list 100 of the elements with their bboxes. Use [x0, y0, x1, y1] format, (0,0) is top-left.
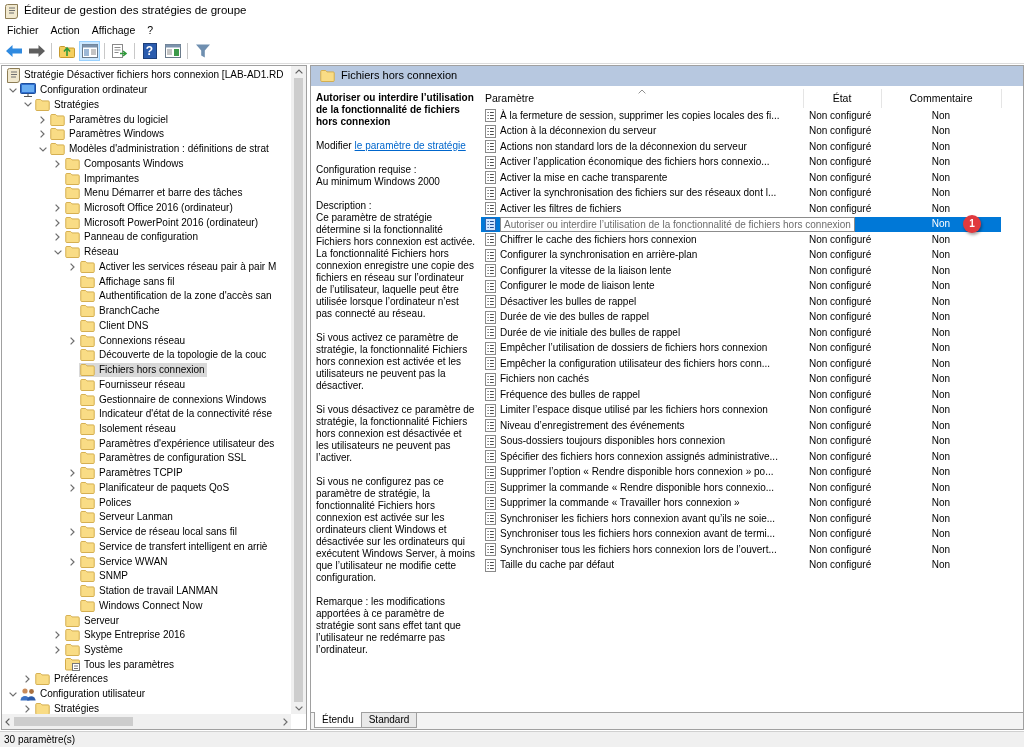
- tree-item[interactable]: Service de réseau local sans fil: [79, 525, 239, 540]
- chevron-right-icon[interactable]: [25, 675, 30, 684]
- tree-item[interactable]: Indicateur d'état de la connectivité rése: [79, 407, 275, 422]
- chevron-up-icon[interactable]: [294, 69, 303, 74]
- tree-item[interactable]: Isolement réseau: [79, 422, 178, 436]
- tree-item[interactable]: Modèles d'administration : définitions de strat: [49, 142, 271, 157]
- setting-name[interactable]: À la fermeture de session, supprimer les copies locales des fi...: [500, 108, 780, 123]
- chevron-down-icon[interactable]: [23, 102, 32, 108]
- tree-item[interactable]: Service WWAN: [79, 554, 170, 569]
- tree-item[interactable]: Paramètres d'expérience utilisateur des: [79, 436, 277, 451]
- chevron-right-icon[interactable]: [40, 115, 45, 124]
- tree-item[interactable]: Client DNS: [79, 318, 151, 333]
- chevron-down-icon[interactable]: [8, 691, 17, 697]
- tree-item[interactable]: Fournisseur réseau: [79, 377, 188, 392]
- tree-item[interactable]: Microsoft Office 2016 (ordinateur): [64, 200, 235, 215]
- tree-item[interactable]: Windows Connect Now: [79, 598, 205, 613]
- setting-name[interactable]: Synchroniser les fichiers hors connexion avant qu’ils ne soie...: [500, 511, 776, 526]
- tree-item[interactable]: Préférences: [34, 672, 110, 687]
- menu-item[interactable]: Fichier: [1, 23, 45, 38]
- tree-item[interactable]: Réseau: [64, 245, 121, 260]
- setting-name[interactable]: Empêcher la configuration utilisateur des fichiers hors conn...: [500, 356, 771, 371]
- setting-name[interactable]: Chiffrer le cache des fichiers hors connexion: [500, 232, 697, 247]
- setting-name[interactable]: Niveau d’enregistrement des événements: [500, 418, 685, 433]
- setting-name[interactable]: Supprimer l’option « Rendre disponible hors connexion » po...: [500, 465, 774, 480]
- setting-name[interactable]: Limiter l’espace disque utilisé par les fichiers hors connexion: [500, 403, 768, 418]
- view-tab[interactable]: Étendu: [314, 712, 362, 728]
- column-header[interactable]: Commentaire: [881, 89, 1001, 108]
- chevron-down-icon[interactable]: [53, 249, 62, 255]
- menu-item[interactable]: Action: [44, 23, 86, 38]
- setting-name[interactable]: Fréquence des bulles de rappel: [500, 387, 641, 402]
- chevron-right-icon[interactable]: [55, 159, 60, 168]
- setting-name[interactable]: Empêcher l’utilisation de dossiers de fichiers hors connexion: [500, 341, 768, 356]
- chevron-left-icon[interactable]: [5, 717, 10, 726]
- scrollbar-thumb[interactable]: [14, 717, 133, 726]
- setting-name[interactable]: Désactiver les bulles de rappel: [500, 294, 637, 309]
- setting-name[interactable]: Configurer le mode de liaison lente: [500, 279, 655, 294]
- tree-item[interactable]: Découverte de la topologie de la couc: [79, 348, 269, 363]
- tree-item[interactable]: Authentification de la zone d'accès san: [79, 289, 274, 304]
- tree-item[interactable]: Fichiers hors connexion: [79, 363, 207, 378]
- chevron-down-icon[interactable]: [8, 87, 17, 93]
- vertical-scrollbar[interactable]: [291, 66, 306, 714]
- chevron-right-icon[interactable]: [70, 557, 75, 566]
- action-pane-button[interactable]: [162, 41, 183, 61]
- setting-name[interactable]: Sous-dossiers toujours disponibles hors connexion: [500, 434, 726, 449]
- tree-item[interactable]: Configuration ordinateur: [19, 83, 150, 98]
- tree-item[interactable]: Polices: [79, 495, 134, 510]
- setting-name[interactable]: Durée de vie initiale des bulles de rappel: [500, 325, 681, 340]
- setting-name[interactable]: Configurer la synchronisation en arrière-plan: [500, 248, 698, 263]
- setting-name[interactable]: Activer l’application économique des fichiers hors connexio...: [500, 155, 770, 170]
- chevron-right-icon[interactable]: [70, 469, 75, 478]
- setting-name[interactable]: Synchroniser tous les fichiers hors connexion avant de termi...: [500, 527, 776, 542]
- tree-item[interactable]: Serveur: [64, 613, 121, 628]
- column-header[interactable]: État: [803, 89, 881, 108]
- tree-item[interactable]: SNMP: [79, 569, 130, 584]
- chevron-right-icon[interactable]: [55, 631, 60, 640]
- column-header[interactable]: Paramètre: [481, 89, 803, 108]
- tree-item[interactable]: Affichage sans fil: [79, 274, 177, 289]
- setting-name[interactable]: Fichiers non cachés: [500, 372, 589, 387]
- tree-item[interactable]: Planificateur de paquets QoS: [79, 480, 232, 495]
- chevron-right-icon[interactable]: [70, 336, 75, 345]
- tree-item[interactable]: Système: [64, 643, 125, 657]
- setting-name[interactable]: Supprimer la commande « Travailler hors connexion »: [500, 496, 740, 511]
- tree-item[interactable]: Imprimantes: [64, 171, 141, 186]
- chevron-right-icon[interactable]: [55, 233, 60, 242]
- tree-item[interactable]: Composants Windows: [64, 156, 186, 171]
- export-list-button[interactable]: [109, 41, 130, 61]
- chevron-right-icon[interactable]: [55, 218, 60, 227]
- setting-name[interactable]: Durée de vie des bulles de rappel: [500, 310, 649, 325]
- chevron-right-icon[interactable]: [25, 704, 30, 713]
- tree-item[interactable]: Station de travail LANMAN: [79, 584, 220, 599]
- chevron-down-icon[interactable]: [38, 146, 47, 152]
- tree-item[interactable]: Gestionnaire de connexions Windows: [79, 392, 269, 407]
- chevron-right-icon[interactable]: [55, 646, 60, 654]
- setting-name[interactable]: Spécifier des fichiers hors connexion assignés administrative...: [500, 449, 778, 464]
- setting-name[interactable]: Taille du cache par défaut: [500, 558, 614, 573]
- tree-item[interactable]: Serveur Lanman: [79, 510, 175, 525]
- setting-name[interactable]: Synchroniser tous les fichiers hors connexion lors de l’ouvert...: [500, 542, 777, 557]
- tree-item[interactable]: Stratégie Désactiver fichiers hors connexion [LAB-AD1.RD: [6, 68, 286, 83]
- scrollbar-thumb[interactable]: [294, 78, 303, 702]
- tree-item[interactable]: Menu Démarrer et barre des tâches: [64, 186, 245, 201]
- setting-name[interactable]: Activer la mise en cache transparente: [500, 170, 668, 185]
- setting-name[interactable]: Configurer la vitesse de la liaison lente: [500, 263, 672, 278]
- tree-item[interactable]: Stratégies: [34, 97, 102, 112]
- tree-item[interactable]: Microsoft PowerPoint 2016 (ordinateur): [64, 215, 260, 230]
- view-tab[interactable]: Standard: [360, 713, 418, 728]
- setting-name[interactable]: Activer les filtres de fichiers: [500, 201, 622, 216]
- chevron-right-icon[interactable]: [283, 717, 288, 726]
- tree-item[interactable]: Paramètres TCPIP: [79, 466, 185, 481]
- tree-item[interactable]: Service de transfert intelligent en arriè: [79, 539, 270, 554]
- setting-name[interactable]: Autoriser ou interdire l’utilisation de la fonctionnalité de fichiers hors connexion: [500, 216, 855, 232]
- chevron-right-icon[interactable]: [70, 483, 75, 492]
- tree-item[interactable]: Stratégies: [34, 701, 102, 714]
- tree-item[interactable]: Paramètres du logiciel: [49, 112, 170, 127]
- horizontal-scrollbar[interactable]: [2, 714, 291, 729]
- setting-name[interactable]: Supprimer la commande « Rendre disponible hors connexio...: [500, 480, 775, 495]
- tree-item[interactable]: Skype Entreprise 2016: [64, 628, 188, 643]
- tree-item[interactable]: Panneau de configuration: [64, 230, 200, 245]
- chevron-right-icon[interactable]: [70, 528, 75, 537]
- tree-item[interactable]: BranchCache: [79, 304, 162, 319]
- tree-item[interactable]: Paramètres Windows: [49, 127, 167, 142]
